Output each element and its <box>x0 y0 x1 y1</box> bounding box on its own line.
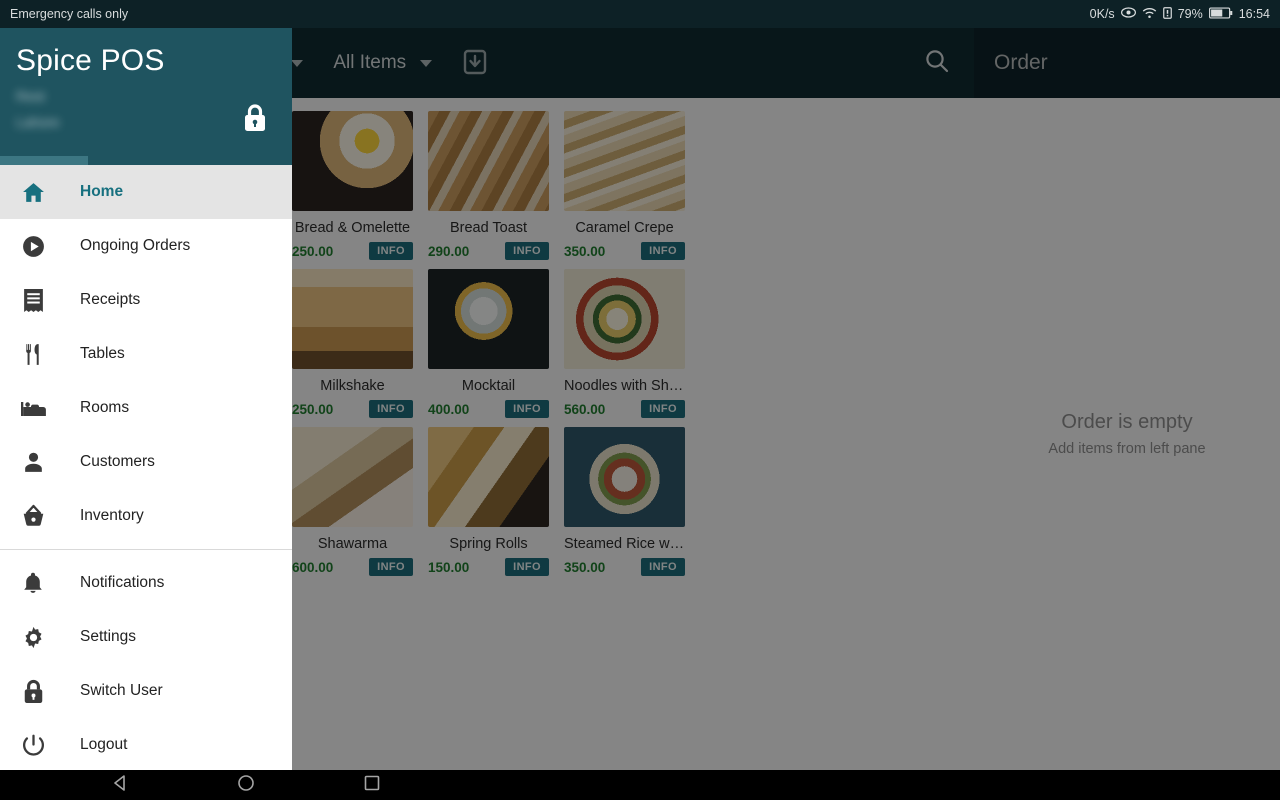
eye-icon <box>1120 7 1136 21</box>
battery-percent-label: 79% <box>1177 6 1203 21</box>
lock-icon <box>18 679 48 704</box>
drawer-user-line2: Lahore <box>16 114 60 130</box>
sim-icon <box>1162 6 1172 22</box>
person-icon <box>18 450 48 475</box>
back-triangle-icon[interactable] <box>110 773 130 798</box>
sidebar-item-logout[interactable]: Logout <box>0 718 292 770</box>
sidebar-item-inventory[interactable]: Inventory <box>0 489 292 543</box>
wifi-icon <box>1142 7 1157 22</box>
status-bar: Emergency calls only 0K/s 79% 16:54 <box>0 0 1280 28</box>
navigation-drawer: Spice POS Rest Lahore Home Ongoing Orders… <box>0 28 292 770</box>
sidebar-item-ongoing-orders[interactable]: Ongoing Orders <box>0 219 292 273</box>
drawer-user-info: Rest Lahore <box>16 83 60 135</box>
home-circle-icon[interactable] <box>236 773 256 798</box>
sidebar-item-label: Inventory <box>80 507 144 524</box>
sidebar-item-label: Rooms <box>80 399 130 416</box>
sidebar-item-label: Notifications <box>80 574 165 591</box>
home-icon <box>18 180 48 205</box>
sidebar-item-label: Settings <box>80 628 137 645</box>
sidebar-item-customers[interactable]: Customers <box>0 435 292 489</box>
drawer-divider <box>0 549 292 550</box>
sidebar-item-label: Customers <box>80 453 155 470</box>
power-icon <box>18 733 48 758</box>
sidebar-item-home[interactable]: Home <box>0 165 292 219</box>
sidebar-item-label: Tables <box>80 345 125 362</box>
receipt-icon <box>18 288 48 313</box>
carrier-label: Emergency calls only <box>10 7 129 21</box>
sidebar-item-label: Home <box>80 183 124 200</box>
basket-icon <box>18 504 48 528</box>
lock-icon[interactable] <box>242 103 268 138</box>
sidebar-item-label: Switch User <box>80 682 163 699</box>
sidebar-item-label: Ongoing Orders <box>80 237 191 254</box>
sidebar-item-rooms[interactable]: Rooms <box>0 381 292 435</box>
battery-icon <box>1208 7 1233 22</box>
cutlery-icon <box>18 342 48 367</box>
app-title: Spice POS <box>16 44 165 77</box>
sidebar-item-settings[interactable]: Settings <box>0 610 292 664</box>
bed-icon <box>18 396 48 420</box>
bell-icon <box>18 571 48 596</box>
recents-square-icon[interactable] <box>362 773 382 798</box>
sidebar-item-notifications[interactable]: Notifications <box>0 556 292 610</box>
drawer-progress-bar <box>0 156 292 165</box>
android-nav-bar <box>0 770 1280 800</box>
drawer-menu-list: Home Ongoing Orders Receipts Tables Rooms Cus… <box>0 165 292 770</box>
network-speed-label: 0K/s <box>1089 6 1115 21</box>
gear-icon <box>18 625 48 650</box>
clock-label: 16:54 <box>1238 6 1270 21</box>
drawer-header: Spice POS Rest Lahore <box>0 28 292 165</box>
sidebar-item-label: Receipts <box>80 291 141 308</box>
play-circle-icon <box>18 234 48 259</box>
sidebar-item-receipts[interactable]: Receipts <box>0 273 292 327</box>
app-screen: Emergency calls only 0K/s 79% 16:54 egor… <box>0 0 1280 800</box>
sidebar-item-switch-user[interactable]: Switch User <box>0 664 292 718</box>
drawer-user-line1: Rest <box>16 88 45 104</box>
sidebar-item-tables[interactable]: Tables <box>0 327 292 381</box>
sidebar-item-label: Logout <box>80 736 128 753</box>
